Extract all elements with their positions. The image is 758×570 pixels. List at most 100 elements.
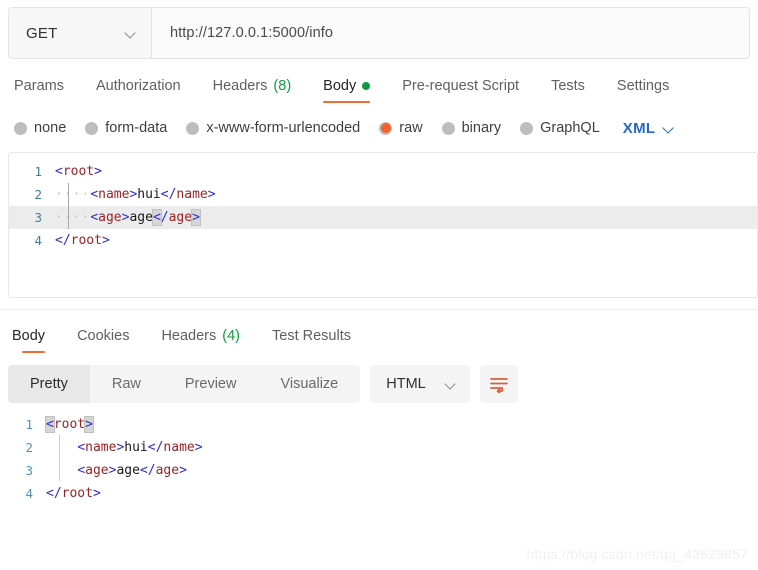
code-token: < <box>45 416 55 433</box>
tab-params[interactable]: Params <box>8 78 80 103</box>
code-token: > <box>194 440 203 455</box>
body-type-radio-binary[interactable]: binary <box>441 120 501 136</box>
code-token: < <box>151 209 162 226</box>
code-line: 2 ····<name>hui</name> <box>9 183 757 206</box>
response-code-area[interactable]: 1 <root> 2 <name>hui</name> 3 <age>age</age… <box>0 409 758 505</box>
body-type-radio-raw[interactable]: raw <box>379 120 423 136</box>
response-format-select[interactable]: HTML <box>370 365 471 403</box>
tab-label: Params <box>14 78 64 94</box>
tab-label: Body <box>323 78 357 94</box>
code-token: > <box>94 164 102 179</box>
response-tab-test-results[interactable]: Test Results <box>256 328 367 353</box>
code-content: </root> <box>55 229 110 252</box>
body-type-label: none <box>34 120 67 136</box>
code-token: > <box>179 463 187 478</box>
code-token: > <box>207 187 216 202</box>
tab-headers[interactable]: Headers (8) <box>197 78 308 103</box>
line-number: 2 <box>25 440 33 455</box>
indent-guide <box>59 435 60 481</box>
tab-body[interactable]: Body <box>307 78 386 103</box>
word-wrap-icon <box>490 378 509 393</box>
body-language-select[interactable]: XML <box>623 120 676 137</box>
indent-space: ···· <box>55 210 91 225</box>
code-token: root <box>70 233 102 248</box>
response-view-raw[interactable]: Raw <box>90 365 163 403</box>
code-token: < <box>55 164 63 179</box>
code-token: age <box>116 463 140 478</box>
code-token: age <box>85 463 109 478</box>
body-type-radio-graphql[interactable]: GraphQL <box>520 120 600 136</box>
code-token: < <box>77 463 86 478</box>
response-view-label: Visualize <box>280 376 339 392</box>
code-token: </ <box>46 486 62 501</box>
radio-icon <box>14 121 27 135</box>
code-line: 2 <name>hui</name> <box>0 436 758 459</box>
radio-icon <box>441 121 455 135</box>
request-url-value: http://127.0.0.1:5000/info <box>170 25 334 41</box>
tab-authorization[interactable]: Authorization <box>80 78 197 103</box>
code-line: 4 </root> <box>0 482 758 505</box>
code-token: name <box>176 187 208 202</box>
request-url-input[interactable]: http://127.0.0.1:5000/info <box>152 8 749 58</box>
code-token: </ <box>160 187 177 202</box>
tab-count-badge: (4) <box>222 328 240 344</box>
response-view-preview[interactable]: Preview <box>163 365 259 403</box>
code-token: > <box>84 416 94 433</box>
code-content: <age>age</age> <box>46 459 187 482</box>
response-view-visualize[interactable]: Visualize <box>258 365 360 403</box>
code-token: </ <box>139 463 156 478</box>
response-tab-body[interactable]: Body <box>6 328 61 353</box>
response-view-label: Pretty <box>30 376 68 392</box>
code-content: <root> <box>55 160 102 183</box>
code-token: root <box>61 486 93 501</box>
tab-label: Body <box>12 328 46 344</box>
tab-settings[interactable]: Settings <box>601 78 685 103</box>
code-token: name <box>98 187 130 202</box>
body-type-radio-x-www-form-urlencoded[interactable]: x-www-form-urlencoded <box>186 120 360 136</box>
radio-icon <box>379 121 393 135</box>
response-tab-headers[interactable]: Headers (4) <box>145 328 256 353</box>
word-wrap-button[interactable] <box>480 365 519 403</box>
response-view-pretty[interactable]: Pretty <box>8 365 90 403</box>
code-token: root <box>62 164 95 179</box>
radio-icon <box>85 121 99 135</box>
code-token: age <box>168 210 193 225</box>
code-line: 1 <root> <box>9 160 757 183</box>
code-token: age <box>155 463 180 478</box>
tab-pre-request-script[interactable]: Pre-request Script <box>386 78 535 103</box>
http-method-select[interactable]: GET <box>9 8 152 58</box>
body-type-radio-form-data[interactable]: form-data <box>85 120 167 136</box>
watermark: https://blog.csdn.net/qq_43629857 <box>526 546 748 562</box>
code-token: hui <box>137 187 161 202</box>
unsaved-dot-icon <box>362 82 371 90</box>
response-toolbar: Pretty Raw Preview Visualize HTML <box>8 365 758 403</box>
tab-label: Settings <box>616 78 670 94</box>
tab-label: Test Results <box>272 328 351 344</box>
code-content: ····<age>age</age> <box>55 206 201 229</box>
response-tab-cookies[interactable]: Cookies <box>61 328 145 353</box>
response-body-viewer[interactable]: 1 <root> 2 <name>hui</name> 3 <age>age</age… <box>0 409 758 519</box>
code-token: < <box>77 440 86 455</box>
tab-tests[interactable]: Tests <box>535 78 601 103</box>
chevron-down-icon <box>126 28 137 39</box>
code-token: > <box>101 233 110 248</box>
code-token: </ <box>147 440 164 455</box>
line-number: 1 <box>34 164 42 179</box>
code-token: < <box>90 210 99 225</box>
code-token: name <box>163 440 195 455</box>
request-code-area[interactable]: 1 <root> 2 ····<name>hui</name> 3 ····<age>ag… <box>9 153 757 252</box>
body-type-radio-none[interactable]: none <box>14 120 66 136</box>
indent-guide <box>68 183 69 229</box>
http-method-label: GET <box>26 24 58 42</box>
tab-label: Headers <box>161 328 217 344</box>
body-type-row: none form-data x-www-form-urlencoded raw bin… <box>14 116 758 140</box>
tab-label: Pre-request Script <box>402 78 520 94</box>
body-language-label: XML <box>622 119 656 137</box>
chevron-down-icon <box>664 123 675 134</box>
code-token: > <box>92 486 101 501</box>
tab-label: Headers <box>212 78 268 94</box>
response-tab-bar: Body Cookies Headers (4) Test Results <box>6 323 758 353</box>
line-number: 4 <box>34 233 42 248</box>
request-body-editor[interactable]: 1 <root> 2 ····<name>hui</name> 3 ····<age>ag… <box>8 152 758 298</box>
code-token: name <box>85 440 117 455</box>
